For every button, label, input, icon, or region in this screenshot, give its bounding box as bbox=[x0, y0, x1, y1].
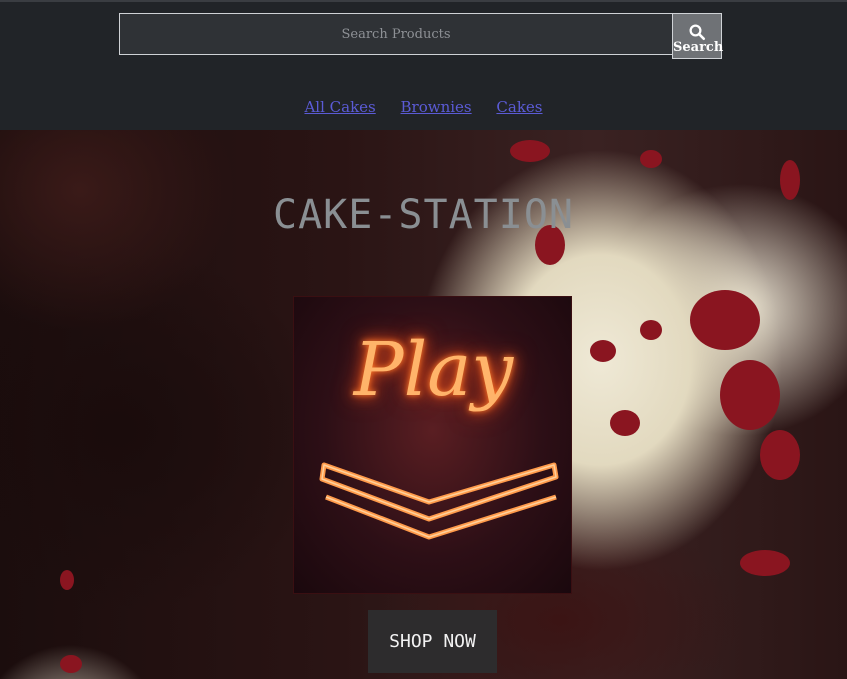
search-icon bbox=[689, 24, 706, 41]
shop-now-button[interactable]: SHOP NOW bbox=[368, 610, 497, 673]
chevron-down-icon bbox=[319, 462, 559, 540]
promo-image[interactable]: Play bbox=[293, 296, 572, 594]
search-button-label: Search bbox=[673, 40, 724, 55]
header: Search All Cakes Brownies Cakes bbox=[0, 0, 847, 130]
hero-banner: CAKE-STATION Play SHOP NOW bbox=[0, 130, 847, 679]
nav-link-brownies[interactable]: Brownies bbox=[401, 98, 472, 116]
category-nav: All Cakes Brownies Cakes bbox=[0, 98, 847, 116]
search-bar: Search bbox=[119, 13, 724, 59]
nav-link-all-cakes[interactable]: All Cakes bbox=[304, 98, 375, 116]
brand-title: CAKE-STATION bbox=[273, 192, 574, 238]
search-button[interactable]: Search bbox=[672, 13, 724, 59]
nav-link-cakes[interactable]: Cakes bbox=[496, 98, 542, 116]
search-input[interactable] bbox=[119, 13, 673, 55]
